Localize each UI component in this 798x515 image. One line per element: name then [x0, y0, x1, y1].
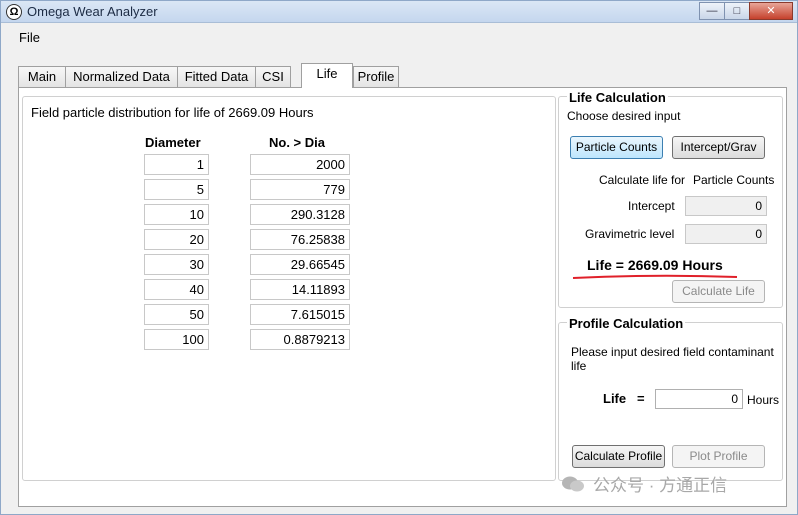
diameter-cell[interactable]: 5: [144, 179, 209, 200]
menu-file[interactable]: File: [19, 30, 40, 45]
tab-csi[interactable]: CSI: [255, 66, 291, 87]
chat-bubble-icon: [561, 475, 585, 493]
diameter-cell[interactable]: 1: [144, 154, 209, 175]
profile-life-label: Life: [603, 391, 627, 406]
count-cell[interactable]: 14.11893: [250, 279, 350, 300]
diameter-cell[interactable]: 30: [144, 254, 209, 275]
particle-counts-button[interactable]: Particle Counts: [570, 136, 663, 159]
distribution-group: Field particle distribution for life of …: [22, 96, 556, 481]
tab-normalized-data[interactable]: Normalized Data: [65, 66, 178, 87]
window-title: Omega Wear Analyzer: [27, 4, 158, 19]
count-cell[interactable]: 2000: [250, 154, 350, 175]
profile-calculation-group: Profile Calculation Please input desired…: [558, 316, 783, 481]
profile-calculation-title: Profile Calculation: [567, 316, 686, 331]
diameter-cell[interactable]: 100: [144, 329, 209, 350]
watermark-text: 公众号 · 方通正信: [593, 476, 728, 495]
diameter-cell[interactable]: 20: [144, 229, 209, 250]
plot-profile-button[interactable]: Plot Profile: [672, 445, 765, 468]
life-calculation-title: Life Calculation: [567, 90, 668, 105]
diameter-header: Diameter: [145, 135, 201, 150]
choose-input-label: Choose desired input: [567, 109, 681, 123]
life-result: Life = 2669.09 Hours: [587, 257, 723, 273]
gravimetric-label: Gravimetric level: [585, 227, 675, 241]
omega-app-icon: Ω: [6, 4, 22, 20]
intercept-label: Intercept: [628, 199, 675, 213]
calculate-for-value: Particle Counts: [693, 173, 775, 187]
diameter-cell[interactable]: 50: [144, 304, 209, 325]
diameter-cell[interactable]: 40: [144, 279, 209, 300]
title-bar[interactable]: Ω Omega Wear Analyzer — □ ✕: [1, 1, 797, 23]
intercept-field[interactable]: 0: [685, 196, 767, 216]
calculate-life-button[interactable]: Calculate Life: [672, 280, 765, 303]
tab-fitted-data[interactable]: Fitted Data: [177, 66, 256, 87]
menu-bar: File: [1, 25, 797, 49]
count-cell[interactable]: 76.25838: [250, 229, 350, 250]
count-cell[interactable]: 0.8879213: [250, 329, 350, 350]
count-header: No. > Dia: [269, 135, 325, 150]
count-cell[interactable]: 29.66545: [250, 254, 350, 275]
profile-hours-unit: Hours: [747, 393, 780, 407]
profile-life-input[interactable]: 0: [655, 389, 743, 409]
calculate-profile-button[interactable]: Calculate Profile: [572, 445, 665, 468]
profile-equals-sign: =: [637, 391, 645, 406]
close-button[interactable]: ✕: [749, 2, 793, 20]
diameter-cell[interactable]: 10: [144, 204, 209, 225]
app-window: Ω Omega Wear Analyzer — □ ✕ File Main No…: [0, 0, 798, 515]
distribution-title: Field particle distribution for life of …: [31, 105, 314, 120]
minimize-button[interactable]: —: [699, 2, 725, 20]
tab-profile[interactable]: Profile: [353, 66, 399, 87]
gravimetric-field[interactable]: 0: [685, 224, 767, 244]
tab-life[interactable]: Life: [301, 63, 353, 88]
calculate-for-label: Calculate life for: [599, 173, 686, 187]
watermark: 公众号 · 方通正信: [561, 471, 727, 496]
count-cell[interactable]: 779: [250, 179, 350, 200]
tab-main[interactable]: Main: [18, 66, 66, 87]
count-cell[interactable]: 7.615015: [250, 304, 350, 325]
life-tab-panel: Field particle distribution for life of …: [18, 87, 787, 507]
intercept-grav-button[interactable]: Intercept/Grav: [672, 136, 765, 159]
life-calculation-group: Life Calculation Choose desired input Pa…: [558, 90, 783, 308]
count-cell[interactable]: 290.3128: [250, 204, 350, 225]
maximize-button[interactable]: □: [724, 2, 750, 20]
profile-prompt: Please input desired field contaminant l…: [571, 345, 774, 373]
